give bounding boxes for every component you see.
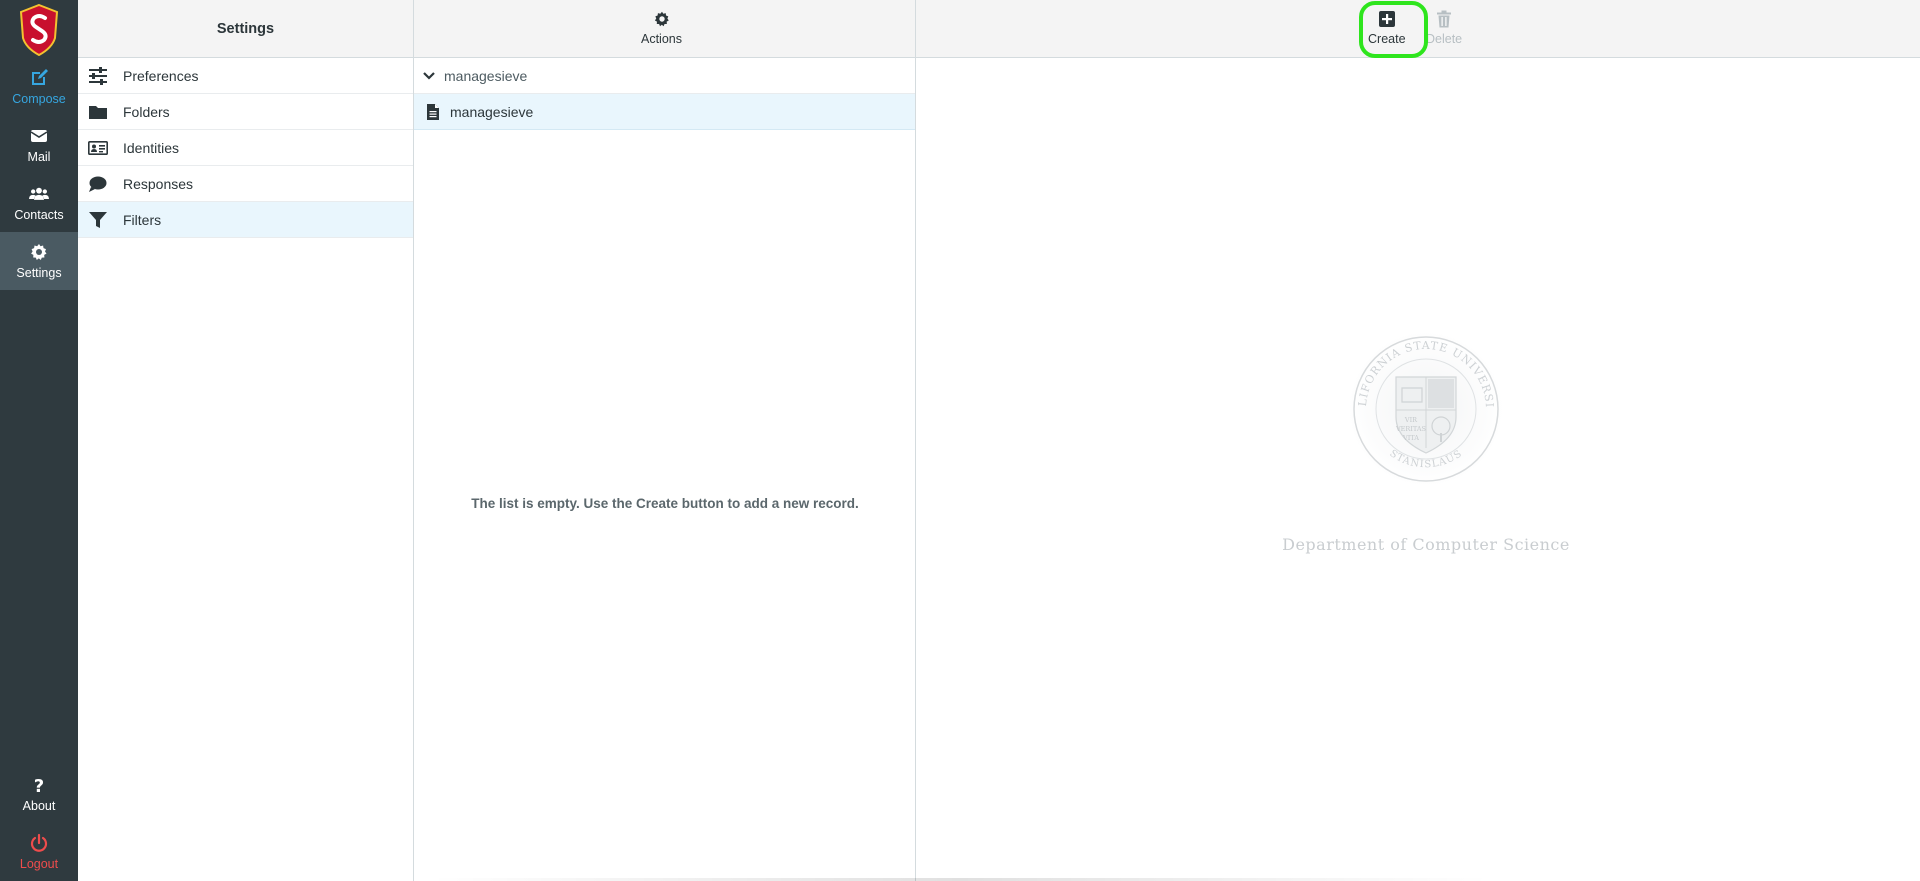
filter-set-label: managesieve <box>450 103 534 120</box>
power-icon <box>30 833 48 852</box>
settings-item-responses[interactable]: Responses <box>78 166 413 202</box>
delete-label: Delete <box>1426 32 1463 46</box>
delete-button[interactable]: Delete <box>1426 10 1462 46</box>
settings-item-label: Folders <box>123 103 170 120</box>
mail-label: Mail <box>27 150 51 164</box>
file-icon <box>427 103 439 120</box>
filter-sets-panel: Actions managesieve managesieve The list… <box>414 0 916 881</box>
plus-square-icon <box>1378 11 1395 27</box>
svg-text:?: ? <box>34 776 44 795</box>
department-watermark: CALIFORNIA STATE UNIVERSITY STANISLAUS V… <box>1216 330 1636 570</box>
settings-label: Settings <box>16 266 62 280</box>
create-button[interactable]: Create <box>1368 10 1406 46</box>
logout-label: Logout <box>19 857 59 871</box>
actions-button[interactable]: Actions <box>641 10 682 46</box>
university-logo <box>19 4 59 56</box>
contacts-label: Contacts <box>14 208 64 222</box>
compose-button[interactable]: Compose <box>0 58 78 116</box>
empty-list-message: The list is empty. Use the Create button… <box>471 496 859 511</box>
content-toolbar: Create Delete <box>916 0 1920 58</box>
question-icon: ? <box>34 776 44 795</box>
actions-label: Actions <box>641 32 682 46</box>
university-seal-icon: CALIFORNIA STATE UNIVERSITY STANISLAUS V… <box>1347 330 1504 487</box>
filter-icon <box>89 211 107 228</box>
seal-motto-3: VITA <box>1402 434 1419 442</box>
filter-set-item[interactable]: managesieve <box>414 94 915 130</box>
mail-icon <box>30 130 48 142</box>
filter-set-group-label: managesieve <box>444 67 528 84</box>
sliders-icon <box>89 66 107 85</box>
contacts-button[interactable]: Contacts <box>0 174 78 232</box>
create-label: Create <box>1368 32 1406 46</box>
seal-motto-1: VIR <box>1404 416 1418 424</box>
settings-item-folders[interactable]: Folders <box>78 94 413 130</box>
compose-label: Compose <box>12 92 66 106</box>
folder-icon <box>89 105 107 119</box>
content-panel: Create Delete CALIFORNIA STATE UNIVERSIT… <box>916 0 1920 881</box>
trash-icon <box>1437 10 1452 28</box>
contacts-icon <box>29 187 49 200</box>
compose-icon <box>32 69 48 85</box>
settings-item-filters[interactable]: Filters <box>78 202 413 238</box>
settings-menu-panel: Settings Preferences Folders Identities … <box>78 0 414 881</box>
settings-item-identities[interactable]: Identities <box>78 130 413 166</box>
mail-button[interactable]: Mail <box>0 116 78 174</box>
settings-item-label: Preferences <box>123 67 199 84</box>
settings-item-label: Filters <box>123 211 162 228</box>
gear-icon <box>654 11 669 27</box>
filter-sets-header: Actions <box>414 0 915 58</box>
department-name: Department of Computer Science <box>1282 535 1570 554</box>
settings-button[interactable]: Settings <box>0 232 78 290</box>
gear-icon <box>31 244 47 260</box>
about-label: About <box>22 799 56 813</box>
chevron-down-icon <box>423 71 435 80</box>
settings-panel-title: Settings <box>78 0 413 58</box>
settings-item-label: Responses <box>123 175 194 192</box>
comment-icon <box>89 176 107 192</box>
settings-item-label: Identities <box>123 139 180 156</box>
navigation-rail: Compose Mail Contacts Settings ? About L… <box>0 0 78 881</box>
id-card-icon <box>88 140 108 155</box>
settings-item-preferences[interactable]: Preferences <box>78 58 413 94</box>
about-button[interactable]: ? About <box>0 765 78 823</box>
logout-button[interactable]: Logout <box>0 823 78 881</box>
filter-set-group[interactable]: managesieve <box>414 58 915 94</box>
seal-motto-2: VERITAS <box>1395 425 1426 433</box>
